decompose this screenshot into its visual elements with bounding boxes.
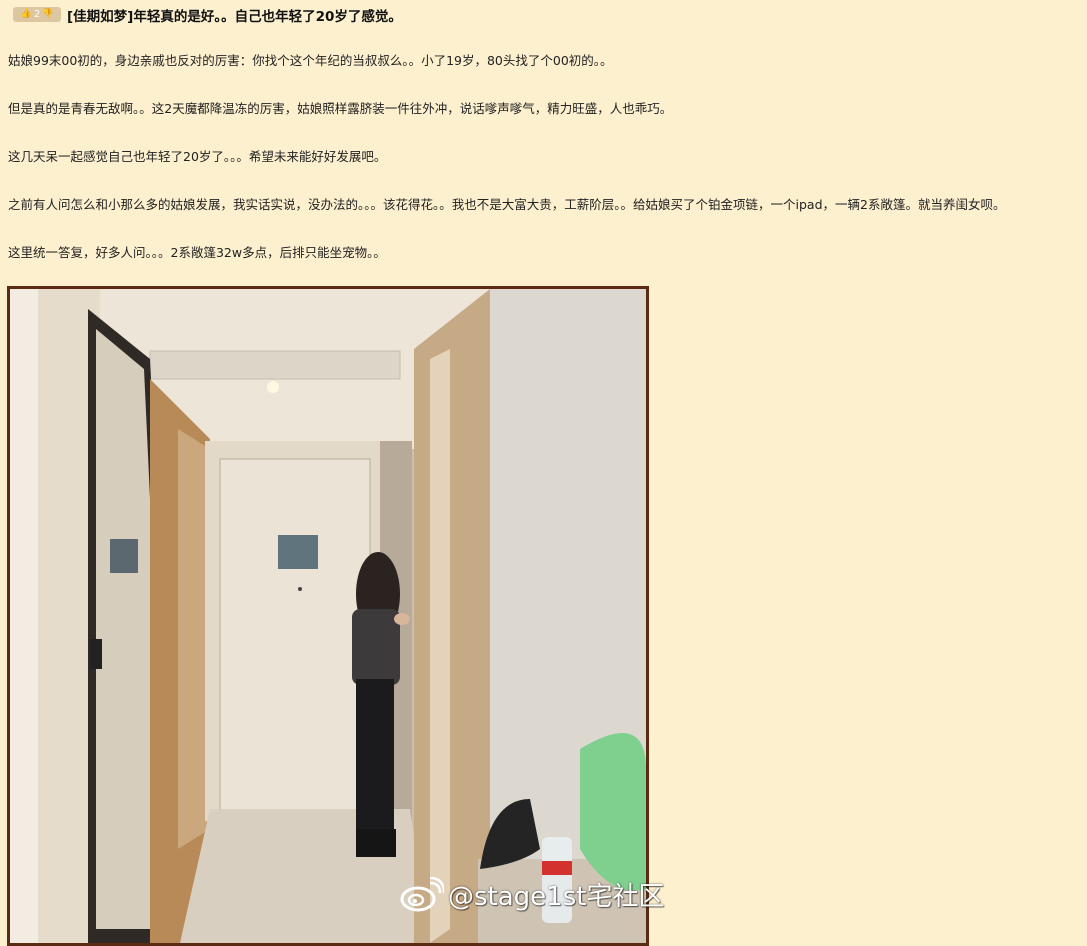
weibo-logo-icon — [400, 876, 444, 911]
post-paragraph-2: 但是真的是青春无敌啊。。这2天魔都降温冻的厉害，姑娘照样露脐装一件往外冲，说话嗲… — [8, 101, 673, 116]
thumbs-down-icon[interactable]: 👎 — [42, 10, 53, 19]
watermark: @stage1st宅社区 — [400, 876, 664, 913]
vote-badge[interactable]: 👍 2 👎 — [13, 7, 61, 22]
thumbs-up-icon[interactable]: 👍 — [21, 10, 32, 19]
vote-count: 2 — [33, 9, 41, 20]
watermark-text: @stage1st宅社区 — [448, 882, 665, 912]
post-paragraph-5: 这里统一答复，好多人问。。。2系敞篷32w多点，后排只能坐宠物。。 — [8, 245, 386, 260]
post-photo[interactable] — [7, 286, 649, 946]
post-title: [佳期如梦]年轻真的是好。。自己也年轻了20岁了感觉。 — [67, 9, 402, 25]
photo-illustration — [10, 289, 646, 943]
post-paragraph-3: 这几天呆一起感觉自己也年轻了20岁了。。。希望未来能好好发展吧。 — [8, 149, 387, 164]
post-paragraph-4: 之前有人问怎么和小那么多的姑娘发展，我实话实说，没办法的。。。该花得花。。我也不… — [8, 197, 1006, 212]
post-paragraph-1: 姑娘99末00初的，身边亲戚也反对的厉害：你找个这个年纪的当叔叔么。。小了19岁… — [8, 53, 613, 68]
